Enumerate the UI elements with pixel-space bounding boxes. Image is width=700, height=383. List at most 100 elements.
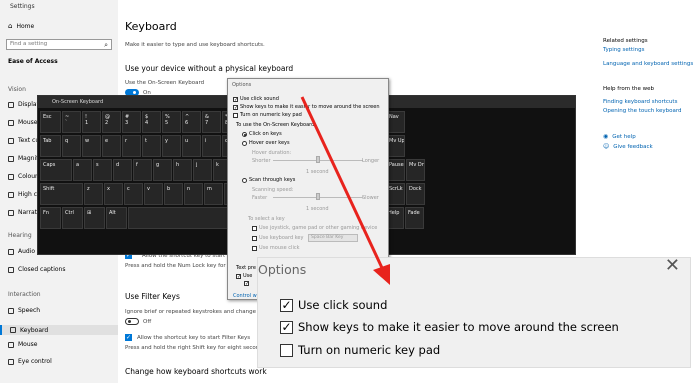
checkbox-unchecked[interactable] [252,245,257,251]
radio-selected[interactable] [242,131,247,137]
text-prediction-sub-option[interactable]: ✓ [244,281,249,287]
osk-key[interactable]: q [62,135,81,157]
checkbox-checked[interactable]: ✓ [236,273,241,279]
osk-key[interactable]: ^ 6 [182,111,201,133]
language-keyboard-link[interactable]: Language and keyboard settings [603,61,693,67]
osk-key[interactable]: Dock [406,183,425,205]
osk-key[interactable]: v [144,183,163,205]
osk-key[interactable]: b [164,183,183,205]
osk-key[interactable]: d [113,159,132,181]
zoom-click-sound-option[interactable]: ✓ Use click sound [280,298,387,312]
osk-key[interactable]: i [202,135,221,157]
osk-key[interactable]: ! 1 [82,111,101,133]
options-dialog-title: Options [232,82,252,88]
osk-key[interactable]: Mv Dn [406,159,425,181]
osk-key[interactable]: n [184,183,203,205]
sidebar-home[interactable]: ⌂ Home [8,22,34,30]
osk-key[interactable]: g [153,159,172,181]
text-prediction-use-option[interactable]: ✓ Use [236,273,252,279]
osk-key[interactable]: Fade [405,207,424,229]
osk-key[interactable]: t [142,135,161,157]
checkbox-unchecked[interactable] [252,225,257,231]
keyboard-key-option[interactable]: Use keyboard key [252,235,303,241]
osk-key[interactable]: z [84,183,103,205]
typing-settings-link[interactable]: Typing settings [603,47,644,53]
sidebar-item-label: Audio [18,248,36,255]
osk-key[interactable]: @ 2 [102,111,121,133]
osk-key[interactable]: x [104,183,123,205]
radio-unselected[interactable] [242,140,247,146]
numeric-keypad-option[interactable]: Turn on numeric key pad [233,112,302,118]
osk-key[interactable]: ~ ` [62,111,81,133]
finding-shortcuts-link[interactable]: Finding keyboard shortcuts [603,99,677,105]
filter-keys-toggle[interactable]: Off [125,318,151,325]
osk-key[interactable]: y [162,135,181,157]
sidebar-item-mouse[interactable]: Mouse [8,341,37,348]
checkbox-checked[interactable]: ✓ [233,96,238,102]
search-placeholder: Find a setting [10,41,48,47]
osk-key[interactable]: h [173,159,192,181]
sidebar-item-display[interactable]: Display [8,101,40,108]
osk-key[interactable]: a [73,159,92,181]
click-sound-option[interactable]: ✓ Use click sound [233,96,279,102]
sidebar-item-keyboard[interactable]: Keyboard [0,325,118,335]
osk-key[interactable]: s [93,159,112,181]
close-icon[interactable]: ✕ [665,256,680,276]
checkbox-checked[interactable]: ✓ [280,298,293,312]
osk-key[interactable]: e [102,135,121,157]
osk-key[interactable]: Alt [106,207,127,229]
osk-key[interactable]: Fn [40,207,61,229]
hover-keys-option[interactable]: Hover over keys [242,140,290,146]
option-label: Show keys to make it easier to move arou… [240,104,380,110]
sidebar-item-eye-control[interactable]: Eye control [8,358,52,365]
toggle-switch[interactable] [125,318,139,325]
checkbox-checked[interactable]: ✓ [280,320,293,334]
get-help-row[interactable]: ◉ Get help [603,133,636,140]
key-select-dropdown[interactable]: Space Bar Key [308,234,358,242]
osk-key[interactable]: c [124,183,143,205]
zoom-show-keys-option[interactable]: ✓ Show keys to make it easier to move aro… [280,320,619,334]
checkbox-unchecked[interactable] [252,235,257,241]
mouse-click-option[interactable]: Use mouse click [252,245,299,251]
checkbox-checked[interactable]: ✓ [125,334,132,341]
filter-keys-shortcut-row[interactable]: ✓ Allow the shortcut key to start Filter … [125,334,250,341]
search-input[interactable]: Find a setting ⌕ [6,39,112,50]
osk-key[interactable]: $ 4 [142,111,161,133]
osk-key[interactable]: f [133,159,152,181]
osk-key[interactable]: & 7 [202,111,221,133]
scan-keys-option[interactable]: Scan through keys [242,177,295,183]
checkbox-checked[interactable]: ✓ [244,281,249,287]
control-link[interactable]: Control wh [233,293,260,299]
high-contrast-icon [8,191,14,198]
zoom-numeric-option[interactable]: Turn on numeric key pad [280,343,440,357]
filter-keys-shortcut-label: Allow the shortcut key to start Filter K… [137,334,251,341]
osk-key[interactable]: r [122,135,141,157]
osk-key[interactable]: m [204,183,223,205]
joystick-option[interactable]: Use joystick, game pad or other gaming d… [252,225,377,231]
checkbox-checked[interactable]: ✓ [233,104,238,110]
osk-key[interactable]: Caps [40,159,72,181]
sidebar-item-closed-captions[interactable]: Closed captions [8,266,65,273]
osk-key[interactable]: w [82,135,101,157]
osk-key[interactable]: % 5 [162,111,181,133]
radio-unselected[interactable] [242,177,247,183]
osk-key[interactable]: # 3 [122,111,141,133]
sidebar-item-audio[interactable]: Audio [8,248,35,255]
dropdown-value: Space Bar Key [311,235,344,240]
touch-keyboard-link[interactable]: Opening the touch keyboard [603,108,682,114]
checkbox-unchecked[interactable] [233,112,238,118]
keyboard-icon [10,327,16,333]
show-keys-option[interactable]: ✓ Show keys to make it easier to move aro… [233,104,380,110]
osk-key[interactable] [128,207,240,229]
checkbox-unchecked[interactable] [280,343,293,357]
osk-key[interactable]: Ctrl [62,207,83,229]
osk-key[interactable]: Tab [40,135,61,157]
click-on-keys-option[interactable]: Click on keys [242,131,282,137]
osk-key[interactable]: Shift [40,183,83,205]
sidebar-item-speech[interactable]: Speech [8,307,40,314]
osk-key[interactable]: ⊞ [84,207,105,229]
osk-key[interactable]: Esc [40,111,61,133]
osk-key[interactable]: j [193,159,212,181]
feedback-row[interactable]: ☺ Give feedback [603,143,653,150]
osk-key[interactable]: u [182,135,201,157]
